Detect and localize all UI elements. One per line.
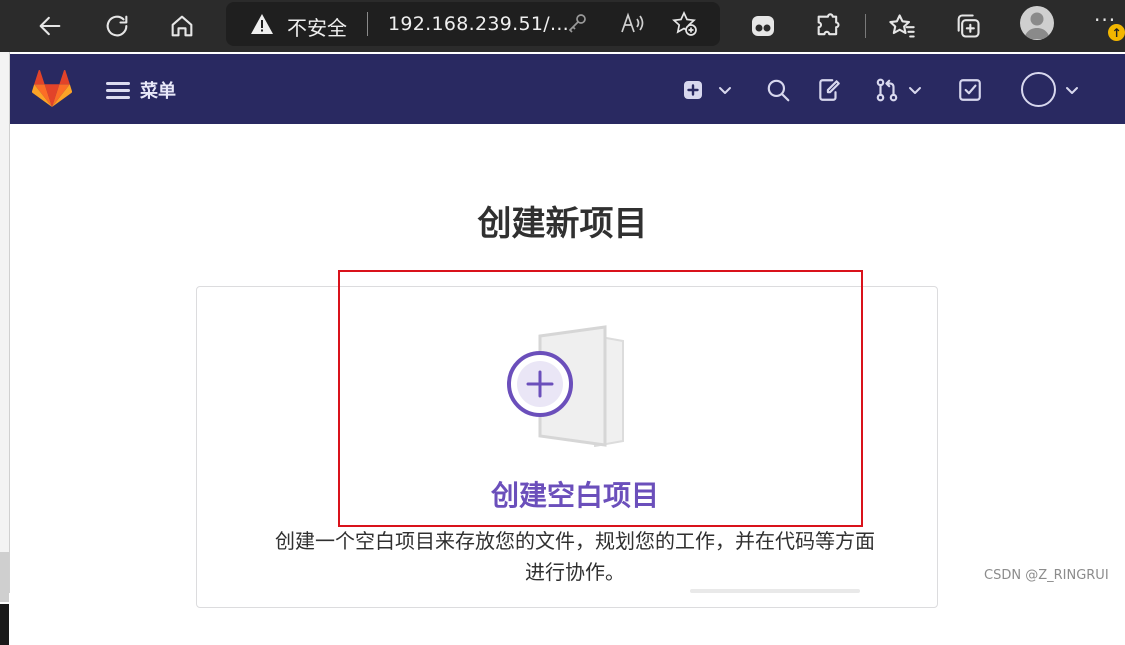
watermark: CSDN @Z_RINGRUI [984, 568, 1109, 583]
merge-request-icon [876, 78, 898, 102]
menu-label: 菜单 [140, 81, 176, 102]
address-divider [367, 12, 368, 36]
issues-icon[interactable] [816, 76, 842, 104]
security-status-label[interactable]: 不安全 [287, 12, 347, 41]
url-text[interactable]: 192.168.239.51/... [388, 13, 569, 35]
toolbar-divider [865, 14, 866, 38]
extensions-icon[interactable] [810, 8, 846, 44]
edge-block-dark [0, 604, 9, 645]
create-blank-project-title[interactable]: 创建空白项目 [0, 474, 1125, 514]
browser-toolbar: 不安全 192.168.239.51/... ··· ↑ [0, 0, 1125, 52]
new-item-dropdown[interactable] [682, 76, 734, 104]
back-icon[interactable] [32, 8, 68, 44]
merge-requests-dropdown[interactable] [874, 76, 924, 104]
extension-mask-icon[interactable] [745, 8, 781, 44]
favorites-icon[interactable] [884, 8, 920, 44]
collections-icon[interactable] [950, 8, 986, 44]
read-aloud-icon[interactable] [620, 11, 646, 39]
chevron-down-icon [719, 87, 731, 94]
gitlab-logo-icon[interactable] [31, 69, 73, 112]
key-icon[interactable] [566, 11, 590, 39]
home-icon[interactable] [164, 8, 200, 44]
update-badge[interactable]: ↑ [1108, 24, 1125, 41]
chevron-down-icon [909, 87, 921, 94]
create-blank-project-description: 创建一个空白项目来存放您的文件，规划您的工作，并在代码等方面进行协作。 [275, 529, 875, 584]
menu-button[interactable]: 菜单 [106, 76, 176, 104]
profile-avatar[interactable] [1020, 6, 1054, 40]
page-title: 创建新项目 [477, 204, 648, 244]
hamburger-icon [106, 81, 130, 99]
gitlab-top-nav: 菜单 [10, 54, 1125, 124]
edge-block [0, 552, 9, 602]
warning-icon[interactable] [250, 13, 274, 39]
search-icon[interactable] [765, 76, 791, 104]
add-favorite-icon[interactable] [672, 10, 698, 41]
plus-square-icon [684, 81, 702, 99]
todos-icon[interactable] [957, 76, 983, 104]
user-avatar[interactable] [1021, 72, 1056, 107]
address-bar[interactable]: 不安全 192.168.239.51/... [226, 2, 720, 46]
user-menu-chevron-icon[interactable] [1063, 76, 1081, 104]
blank-project-illustration-icon[interactable] [505, 322, 630, 451]
tooltip-edge [690, 589, 860, 593]
refresh-icon[interactable] [99, 8, 135, 44]
